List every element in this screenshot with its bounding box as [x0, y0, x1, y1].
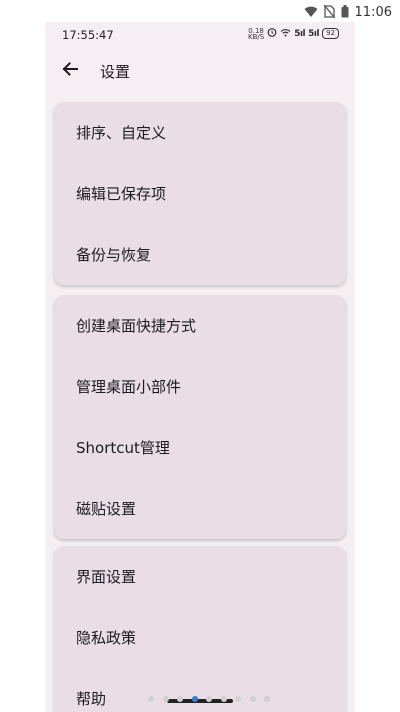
menu-item-label: 创建桌面快捷方式 — [76, 317, 197, 335]
page-dot-active[interactable] — [191, 696, 198, 702]
app-bar: 设置 — [45, 52, 355, 90]
menu-item-label: 管理桌面小部件 — [76, 378, 182, 396]
network-speed-unit: KB/S — [248, 32, 265, 41]
system-clock: 11:06 — [354, 5, 392, 20]
battery-level: 92 — [322, 28, 339, 39]
menu-item-label: 编辑已保存项 — [76, 185, 167, 203]
battery-icon — [341, 3, 349, 22]
network-speed: 0.18 KB/S — [248, 27, 265, 41]
menu-item-privacy-policy[interactable]: 隐私政策 — [54, 607, 346, 668]
menu-item-tile-settings[interactable]: 磁贴设置 — [54, 478, 346, 539]
page-indicator — [0, 696, 400, 706]
signal-icon-sim1: 5ıl — [294, 28, 306, 39]
inner-clock: 17:55:47 — [62, 28, 114, 42]
system-status-bar: 11:06 — [0, 0, 400, 22]
inner-status-icons: 0.18 KB/S 5ıl 5ıl 92 — [248, 27, 339, 40]
inner-status-bar: 17:55:47 0.18 KB/S 5ıl 5ıl 92 — [45, 22, 355, 46]
back-button[interactable] — [57, 58, 83, 84]
menu-item-shortcut-manage[interactable]: Shortcut管理 — [54, 417, 346, 478]
page-dot[interactable] — [177, 696, 183, 702]
settings-group-general: 界面设置 隐私政策 帮助 — [54, 546, 346, 712]
page-dot[interactable] — [264, 696, 270, 702]
page-dot[interactable] — [235, 696, 241, 702]
page-title: 设置 — [100, 63, 131, 81]
alarm-icon — [267, 27, 277, 40]
menu-item-ui-settings[interactable]: 界面设置 — [54, 546, 346, 607]
settings-group-data: 排序、自定义 编辑已保存项 备份与恢复 — [54, 102, 346, 285]
page-dot[interactable] — [249, 696, 256, 702]
menu-item-manage-widgets[interactable]: 管理桌面小部件 — [54, 356, 346, 417]
menu-item-sort-customize[interactable]: 排序、自定义 — [54, 102, 346, 163]
menu-item-label: 隐私政策 — [76, 629, 137, 647]
wifi-icon — [304, 3, 318, 22]
page-dot[interactable] — [206, 696, 212, 702]
system-status-icons: 11:06 — [304, 3, 392, 22]
page-dot[interactable] — [220, 696, 227, 702]
page-dot[interactable] — [148, 696, 154, 702]
wifi-icon — [280, 28, 291, 40]
menu-item-label: 界面设置 — [76, 568, 137, 586]
menu-item-label: 排序、自定义 — [76, 124, 167, 142]
menu-item-label: 磁贴设置 — [76, 500, 137, 518]
signal-icon-sim2: 5ıl — [308, 28, 320, 39]
page-dot[interactable] — [162, 696, 169, 702]
app-screen: 17:55:47 0.18 KB/S 5ıl 5ıl 92 设置 排序、自定义 — [45, 22, 355, 712]
settings-group-desktop: 创建桌面快捷方式 管理桌面小部件 Shortcut管理 磁贴设置 — [54, 295, 346, 539]
menu-item-label: Shortcut管理 — [76, 439, 170, 457]
menu-item-backup-restore[interactable]: 备份与恢复 — [54, 224, 346, 285]
arrow-left-icon — [61, 60, 79, 82]
sim-disabled-icon — [323, 3, 336, 22]
menu-item-label: 备份与恢复 — [76, 246, 152, 264]
menu-item-create-shortcut[interactable]: 创建桌面快捷方式 — [54, 295, 346, 356]
menu-item-edit-saved[interactable]: 编辑已保存项 — [54, 163, 346, 224]
